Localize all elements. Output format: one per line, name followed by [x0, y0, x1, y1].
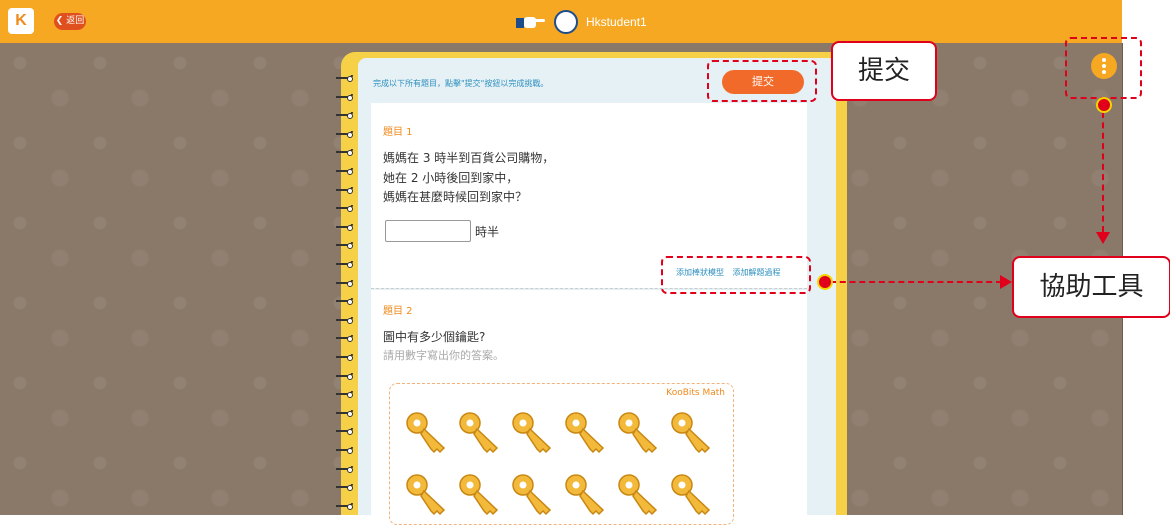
submit-highlight [707, 60, 817, 102]
question-1-line: 她在 2 小時後回到家中， [383, 171, 519, 185]
spiral-ring [334, 328, 354, 343]
spiral-ring [334, 254, 354, 268]
user-area: Hkstudent1 [516, 9, 647, 35]
spiral-ring [334, 198, 354, 213]
user-avatar[interactable] [554, 10, 578, 34]
tools-callout: 協助工具 [1012, 256, 1170, 318]
question-image: KooBits Math [389, 383, 734, 525]
question-1-title: 題目 1 [383, 127, 413, 138]
back-button[interactable]: ❮ 返回 [54, 13, 86, 30]
key-icon [457, 410, 503, 454]
spiral-ring [334, 235, 354, 250]
submit-callout: 提交 [831, 41, 937, 101]
username: Hkstudent1 [586, 15, 647, 29]
spiral-ring [334, 366, 354, 380]
key-icon [563, 472, 609, 516]
menu-marker-dot [1096, 97, 1112, 113]
spiral-ring [334, 459, 354, 473]
tools-marker-dot [817, 274, 833, 290]
key-icon [457, 472, 503, 516]
spiral-ring [334, 421, 354, 436]
question-1-line: 媽媽在 3 時半到百貨公司購物， [383, 151, 555, 165]
brand-label: KooBits Math [666, 388, 725, 398]
spiral-ring [334, 180, 354, 194]
menu-arrow-head [1096, 232, 1110, 244]
spiral-ring [334, 440, 354, 454]
app-logo[interactable]: K [8, 8, 34, 34]
spiral-ring [334, 496, 354, 510]
spiral-ring [334, 477, 354, 492]
spiral-ring [334, 142, 354, 157]
tools-arrow-head [1000, 275, 1012, 289]
tools-highlight [661, 256, 811, 294]
spiral-ring [334, 273, 354, 287]
spiral-ring [334, 105, 354, 120]
question-2-hint: 請用數字寫出你的答案。 [383, 349, 504, 362]
answer-input[interactable] [385, 220, 471, 242]
key-icon [404, 472, 450, 516]
instruction-text: 完成以下所有題目，點擊"提交"按鈕以完成挑戰。 [373, 79, 549, 88]
key-icon [669, 410, 715, 454]
key-icon [616, 410, 662, 454]
top-bar: K ❮ 返回 Hkstudent1 [0, 0, 1122, 43]
key-icon [510, 472, 556, 516]
menu-highlight [1065, 37, 1142, 99]
key-icon [616, 472, 662, 516]
answer-unit: 時半 [475, 225, 500, 239]
spiral-binding [334, 68, 356, 515]
spiral-ring [334, 161, 354, 175]
key-icon [669, 472, 715, 516]
spiral-ring [334, 403, 354, 417]
key-icon [404, 410, 450, 454]
question-1-line: 媽媽在甚麼時候回到家中？ [383, 190, 528, 204]
key-icon [510, 410, 556, 454]
menu-arrow-line [1102, 112, 1104, 232]
spiral-ring [334, 217, 354, 231]
spiral-ring [334, 384, 354, 399]
spiral-ring [334, 347, 354, 361]
spiral-ring [334, 68, 354, 82]
key-icon [563, 410, 609, 454]
spiral-ring [334, 291, 354, 306]
tools-arrow-line [830, 281, 1002, 283]
pointing-hand-icon [516, 17, 545, 28]
keys-grid [404, 410, 724, 516]
spiral-ring [334, 124, 354, 138]
spiral-ring [334, 310, 354, 324]
question-2-line: 圖中有多少個鑰匙? [383, 330, 486, 344]
question-2-title: 題目 2 [383, 306, 413, 317]
question-card-2: 題目 2 圖中有多少個鑰匙? 請用數字寫出你的答案。 KooBits Math [371, 290, 807, 525]
spiral-ring [334, 87, 354, 101]
